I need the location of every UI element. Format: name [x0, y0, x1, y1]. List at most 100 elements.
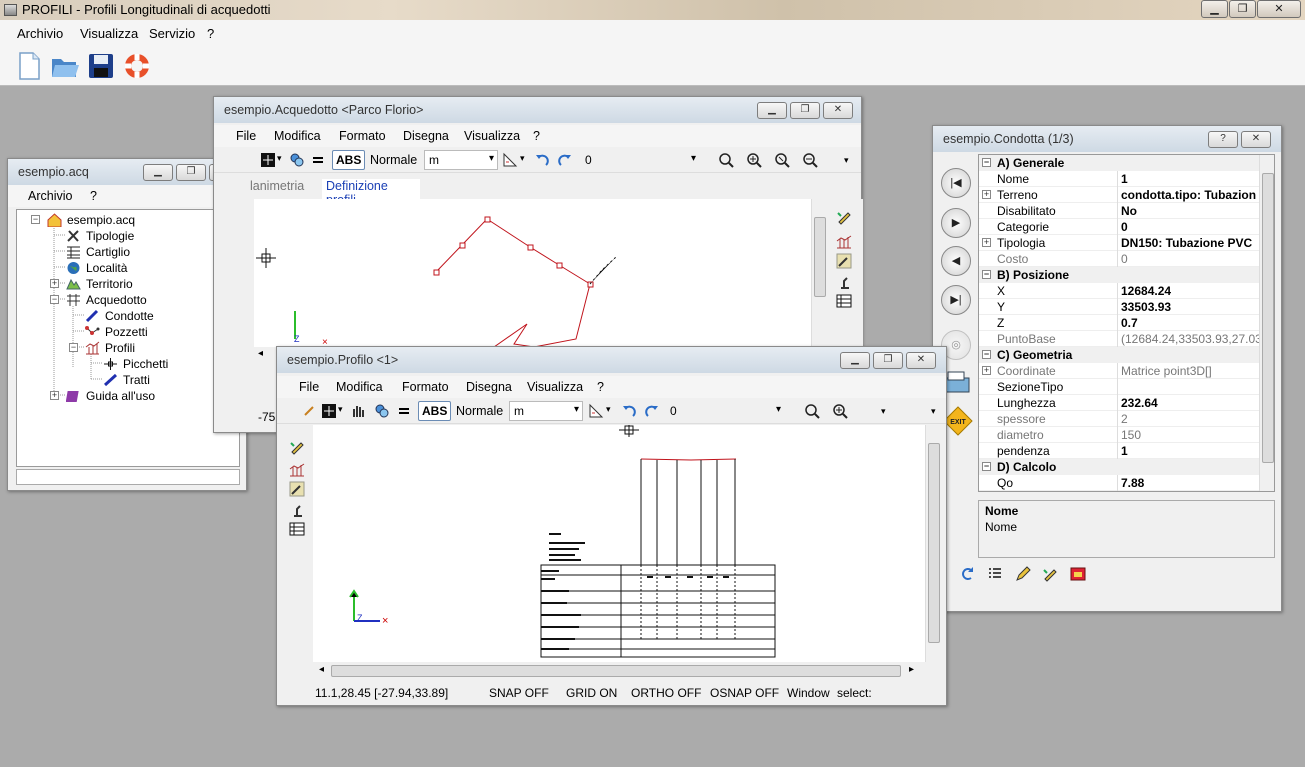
undo-icon[interactable] [534, 152, 550, 168]
property-row[interactable]: spessore 2 [979, 411, 1259, 427]
property-value[interactable]: 12684.24 [1121, 284, 1171, 298]
acquedotto-canvas[interactable]: Z × [254, 199, 811, 348]
zoom-window-icon[interactable] [804, 403, 820, 419]
nav-first-button[interactable]: |◀ [941, 168, 971, 198]
tree-item-territorio[interactable]: Territorio [86, 277, 133, 291]
tree-item-picchetti[interactable]: Picchetti [123, 357, 168, 371]
measure-icon[interactable] [588, 403, 604, 419]
property-value[interactable]: No [1121, 204, 1137, 218]
tree-collapse-profili[interactable]: − [69, 343, 78, 352]
profilo-menu-help[interactable]: ? [597, 380, 604, 394]
status-snap[interactable]: SNAP OFF [489, 686, 549, 700]
line-style-icon[interactable] [310, 152, 326, 168]
unit-select[interactable]: m [424, 150, 498, 170]
condotta-help-button[interactable]: ? [1208, 131, 1238, 148]
acq-minimize-button[interactable]: ▁ [143, 164, 173, 181]
condotta-close-button[interactable]: ✕ [1241, 131, 1271, 148]
tree-item-root[interactable]: esempio.acq [67, 213, 135, 227]
nav-last-button[interactable]: ▶| [941, 285, 971, 315]
wand-tool-icon[interactable] [289, 481, 305, 497]
property-row[interactable]: + Tipologia DN150: Tubazione PVC [979, 235, 1259, 251]
close-button[interactable]: ✕ [1257, 0, 1301, 18]
tree-item-tipologie[interactable]: Tipologie [86, 229, 134, 243]
status-ortho[interactable]: ORTHO OFF [631, 686, 701, 700]
microscope-tool-icon[interactable] [289, 503, 305, 519]
property-grid-vscroll[interactable] [1259, 155, 1274, 491]
acquedotto-menu-formato[interactable]: Formato [339, 129, 386, 143]
tree-expand-guida[interactable]: + [50, 391, 59, 400]
tree-collapse-acquedotto[interactable]: − [50, 295, 59, 304]
property-value[interactable]: 0.7 [1121, 316, 1138, 330]
abs-toggle-button[interactable]: ABS [332, 150, 366, 170]
property-value[interactable]: 33503.93 [1121, 300, 1171, 314]
section-generale[interactable]: A) Generale [997, 156, 1064, 170]
profilo-menu-disegna[interactable]: Disegna [466, 380, 512, 394]
acq-menu-help[interactable]: ? [90, 189, 97, 203]
brush-icon[interactable] [1042, 566, 1058, 582]
acquedotto-minimize-button[interactable]: ▁ [757, 102, 787, 119]
archive-icon[interactable] [1070, 566, 1086, 582]
tree-item-localita[interactable]: Località [86, 261, 127, 275]
property-value[interactable]: 2 [1121, 412, 1128, 426]
profile-tool-icon[interactable] [289, 461, 305, 477]
acquedotto-menu-modifica[interactable]: Modifica [274, 129, 321, 143]
tree-expand-territorio[interactable]: + [50, 279, 59, 288]
microscope-tool-icon[interactable] [836, 275, 852, 291]
layer-select[interactable]: 0 [665, 401, 785, 421]
tree-item-tratti[interactable]: Tratti [123, 373, 150, 387]
acq-maximize-button[interactable]: ❐ [176, 164, 206, 181]
menu-visualizza[interactable]: Visualizza [80, 26, 138, 41]
tree-item-pozzetti[interactable]: Pozzetti [105, 325, 148, 339]
zoom-out-icon[interactable] [802, 152, 818, 168]
zoom-window-icon[interactable] [718, 152, 734, 168]
acquedotto-close-button[interactable]: ✕ [823, 102, 853, 119]
profilo-close-button[interactable]: ✕ [906, 352, 936, 369]
table-tool-icon[interactable] [836, 293, 852, 309]
property-value[interactable]: Matrice point3D[] [1121, 364, 1212, 378]
minimize-button[interactable]: ▁ [1201, 0, 1228, 18]
hand-tool-icon[interactable] [350, 403, 366, 419]
tree-collapse-root[interactable]: − [31, 215, 40, 224]
layer-select[interactable]: 0 [580, 150, 700, 170]
property-value[interactable]: 150 [1121, 428, 1141, 442]
section-geometria[interactable]: C) Geometria [997, 348, 1072, 362]
property-row[interactable]: Costo 0 [979, 251, 1259, 267]
property-row[interactable]: Z 0.7 [979, 315, 1259, 331]
profile-tool-icon[interactable] [836, 233, 852, 249]
acquedotto-maximize-button[interactable]: ❐ [790, 102, 820, 119]
property-row[interactable]: Y 33503.93 [979, 299, 1259, 315]
acquedotto-menu-file[interactable]: File [236, 129, 256, 143]
acquedotto-menu-visualizza[interactable]: Visualizza [464, 129, 520, 143]
zoom-in-icon[interactable] [832, 403, 848, 419]
undo-icon[interactable] [621, 403, 637, 419]
status-window[interactable]: Window [787, 686, 830, 700]
property-value[interactable]: 7.88 [1121, 476, 1144, 490]
section-calcolo[interactable]: D) Calcolo [997, 460, 1056, 474]
property-row[interactable]: X 12684.24 [979, 283, 1259, 299]
profilo-vscroll[interactable] [925, 425, 942, 662]
profilo-canvas[interactable]: Z × [313, 421, 925, 662]
status-grid[interactable]: GRID ON [566, 686, 617, 700]
profilo-menu-file[interactable]: File [299, 380, 319, 394]
layers-icon[interactable] [374, 403, 390, 419]
brush-tool-icon[interactable] [289, 439, 305, 455]
property-expand-toggle[interactable]: + [982, 238, 991, 247]
property-row[interactable]: + Coordinate Matrice point3D[] [979, 363, 1259, 379]
property-row[interactable]: pendenza 1 [979, 443, 1259, 459]
layers-icon[interactable] [289, 152, 305, 168]
snap-grid-icon[interactable] [321, 403, 337, 419]
open-folder-icon[interactable] [50, 51, 80, 81]
tree-item-cartiglio[interactable]: Cartiglio [86, 245, 130, 259]
property-expand-toggle[interactable]: + [982, 366, 991, 375]
help-lifebuoy-icon[interactable] [122, 51, 152, 81]
exit-sign-icon[interactable]: EXIT [943, 406, 973, 436]
tree-item-profili[interactable]: Profili [105, 341, 135, 355]
property-row[interactable]: Disabilitato No [979, 203, 1259, 219]
tree-item-condotte[interactable]: Condotte [105, 309, 154, 323]
abs-toggle-button[interactable]: ABS [418, 401, 452, 421]
nav-prev-button[interactable]: ◀ [941, 246, 971, 276]
profilo-menu-modifica[interactable]: Modifica [336, 380, 383, 394]
tree-item-guida[interactable]: Guida all'uso [86, 389, 155, 403]
menu-help[interactable]: ? [207, 26, 214, 41]
unit-select[interactable]: m [509, 401, 583, 421]
